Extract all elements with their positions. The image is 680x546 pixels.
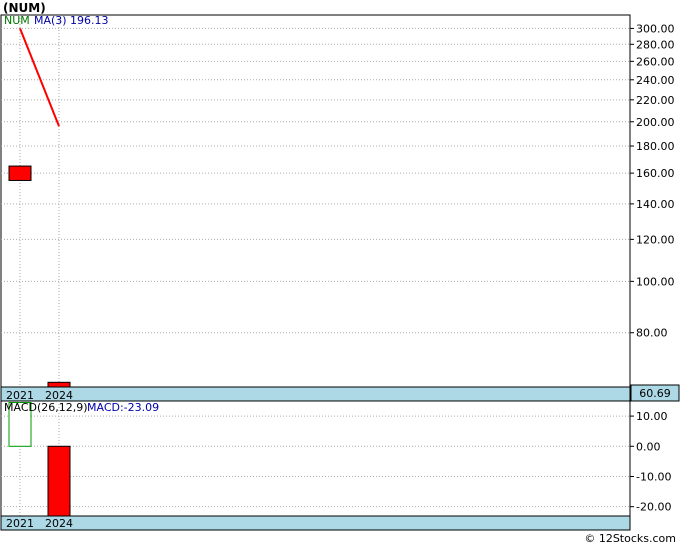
price-tick-label: 300.00 [636, 22, 675, 35]
price-tick-label: 80.00 [636, 327, 668, 340]
price-tick-label: 140.00 [636, 198, 675, 211]
price-tick-label: 180.00 [636, 140, 675, 153]
candle [8, 165, 32, 181]
chart-title: (NUM) [3, 1, 46, 15]
last-price-label: 60.69 [639, 387, 671, 400]
price-panel [0, 14, 631, 388]
macd-value-label: MACD:-23.09 [87, 401, 159, 414]
candle [47, 381, 71, 388]
price-tick-label: 100.00 [636, 275, 675, 288]
macd-tick-label: -20.00 [636, 501, 671, 514]
price-tick-label: 200.00 [636, 116, 675, 129]
macd-x-label: 2024 [45, 517, 73, 530]
price-tick-label: 220.00 [636, 94, 675, 107]
macd-y-axis: 10.00 0.00 -10.00 -20.00 [630, 410, 671, 514]
footer-credit: © 12Stocks.com [584, 532, 676, 545]
legend-symbol: NUM [4, 14, 30, 27]
macd-tick-label: -10.00 [636, 470, 671, 483]
legend-ma-value: 196.13 [70, 14, 109, 27]
price-tick-label: 240.00 [636, 74, 675, 87]
price-tick-label: 160.00 [636, 167, 675, 180]
price-tick-label: 120.00 [636, 233, 675, 246]
macd-x-label: 2021 [6, 517, 34, 530]
macd-tick-label: 10.00 [636, 410, 668, 423]
price-date-band [0, 386, 631, 402]
macd-panel [0, 400, 631, 517]
price-tick-label: 260.00 [636, 55, 675, 68]
macd-date-band [0, 515, 631, 531]
macd-bar [47, 445, 71, 517]
stock-chart: (NUM) 300.00 280.00 260.00 240.00 220.00 200.… [0, 1, 680, 545]
price-y-axis: 300.00 280.00 260.00 240.00 220.00 200.00 180.… [630, 22, 675, 340]
legend-ma-label: MA(3) [34, 14, 67, 27]
price-tick-label: 280.00 [636, 38, 675, 51]
macd-title: MACD(26,12,9) [4, 401, 88, 414]
macd-tick-label: 0.00 [636, 440, 661, 453]
